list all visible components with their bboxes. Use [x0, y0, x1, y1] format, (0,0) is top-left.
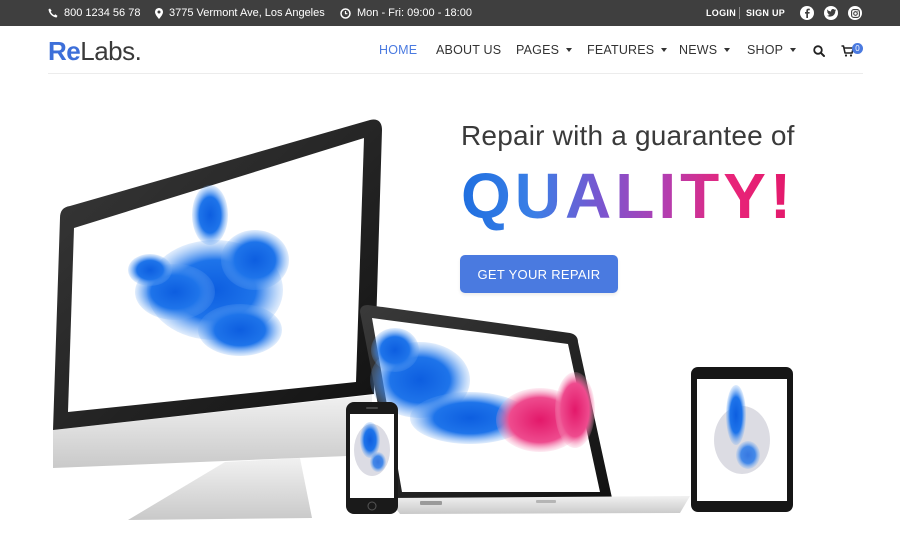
caret-down-icon — [790, 48, 797, 52]
phone-contact[interactable]: 800 1234 56 78 — [48, 0, 140, 26]
instagram-icon[interactable] — [848, 6, 862, 20]
nav-news[interactable]: NEWS — [679, 41, 731, 59]
logo-re: Re — [48, 36, 81, 66]
hero-highlight: QUALITY! — [461, 160, 796, 232]
nav-pages[interactable]: PAGES — [516, 41, 573, 59]
nav-home[interactable]: HOME — [379, 41, 417, 59]
nav-shop-label: SHOP — [747, 43, 784, 57]
nav-features-label: FEATURES — [587, 43, 655, 57]
nav-shop[interactable]: SHOP — [747, 41, 797, 59]
phone-number: 800 1234 56 78 — [64, 7, 141, 19]
nav-features[interactable]: FEATURES — [587, 41, 668, 59]
logo-labs: Labs — [80, 36, 135, 66]
hours-text: Mon - Fri: 09:00 - 18:00 — [357, 7, 472, 19]
nav-pages-label: PAGES — [516, 43, 560, 57]
header-divider — [48, 73, 863, 74]
search-icon[interactable] — [813, 45, 825, 57]
address-contact[interactable]: 3775 Vermont Ave, Los Angeles — [155, 0, 325, 26]
topbar: 800 1234 56 78 3775 Vermont Ave, Los Ang… — [0, 0, 900, 26]
signup-link[interactable]: SIGN UP — [746, 0, 785, 26]
logo-dot: . — [134, 36, 142, 66]
facebook-icon[interactable] — [800, 6, 814, 20]
phone-icon — [48, 8, 58, 18]
nav-home-label: HOME — [379, 43, 418, 57]
get-repair-button[interactable]: GET YOUR REPAIR — [460, 255, 618, 293]
imac-stand — [128, 458, 312, 520]
site-logo[interactable]: Re Labs. — [48, 36, 142, 66]
login-link[interactable]: LOGIN — [706, 0, 736, 26]
caret-down-icon — [661, 48, 668, 52]
hours-info: Mon - Fri: 09:00 - 18:00 — [340, 0, 472, 26]
caret-down-icon — [566, 48, 573, 52]
map-pin-icon — [155, 7, 163, 19]
address-text: 3775 Vermont Ave, Los Angeles — [169, 7, 325, 19]
clock-icon — [340, 7, 351, 19]
twitter-icon[interactable] — [824, 6, 838, 20]
hero-title: Repair with a guarantee of — [461, 120, 795, 151]
nav-about-us-label: ABOUT US — [436, 43, 502, 57]
topbar-divider — [739, 7, 740, 19]
caret-down-icon — [724, 48, 731, 52]
nav-news-label: NEWS — [679, 43, 718, 57]
nav-about-us[interactable]: ABOUT US — [436, 41, 501, 59]
cart-count-badge: 0 — [852, 43, 863, 54]
